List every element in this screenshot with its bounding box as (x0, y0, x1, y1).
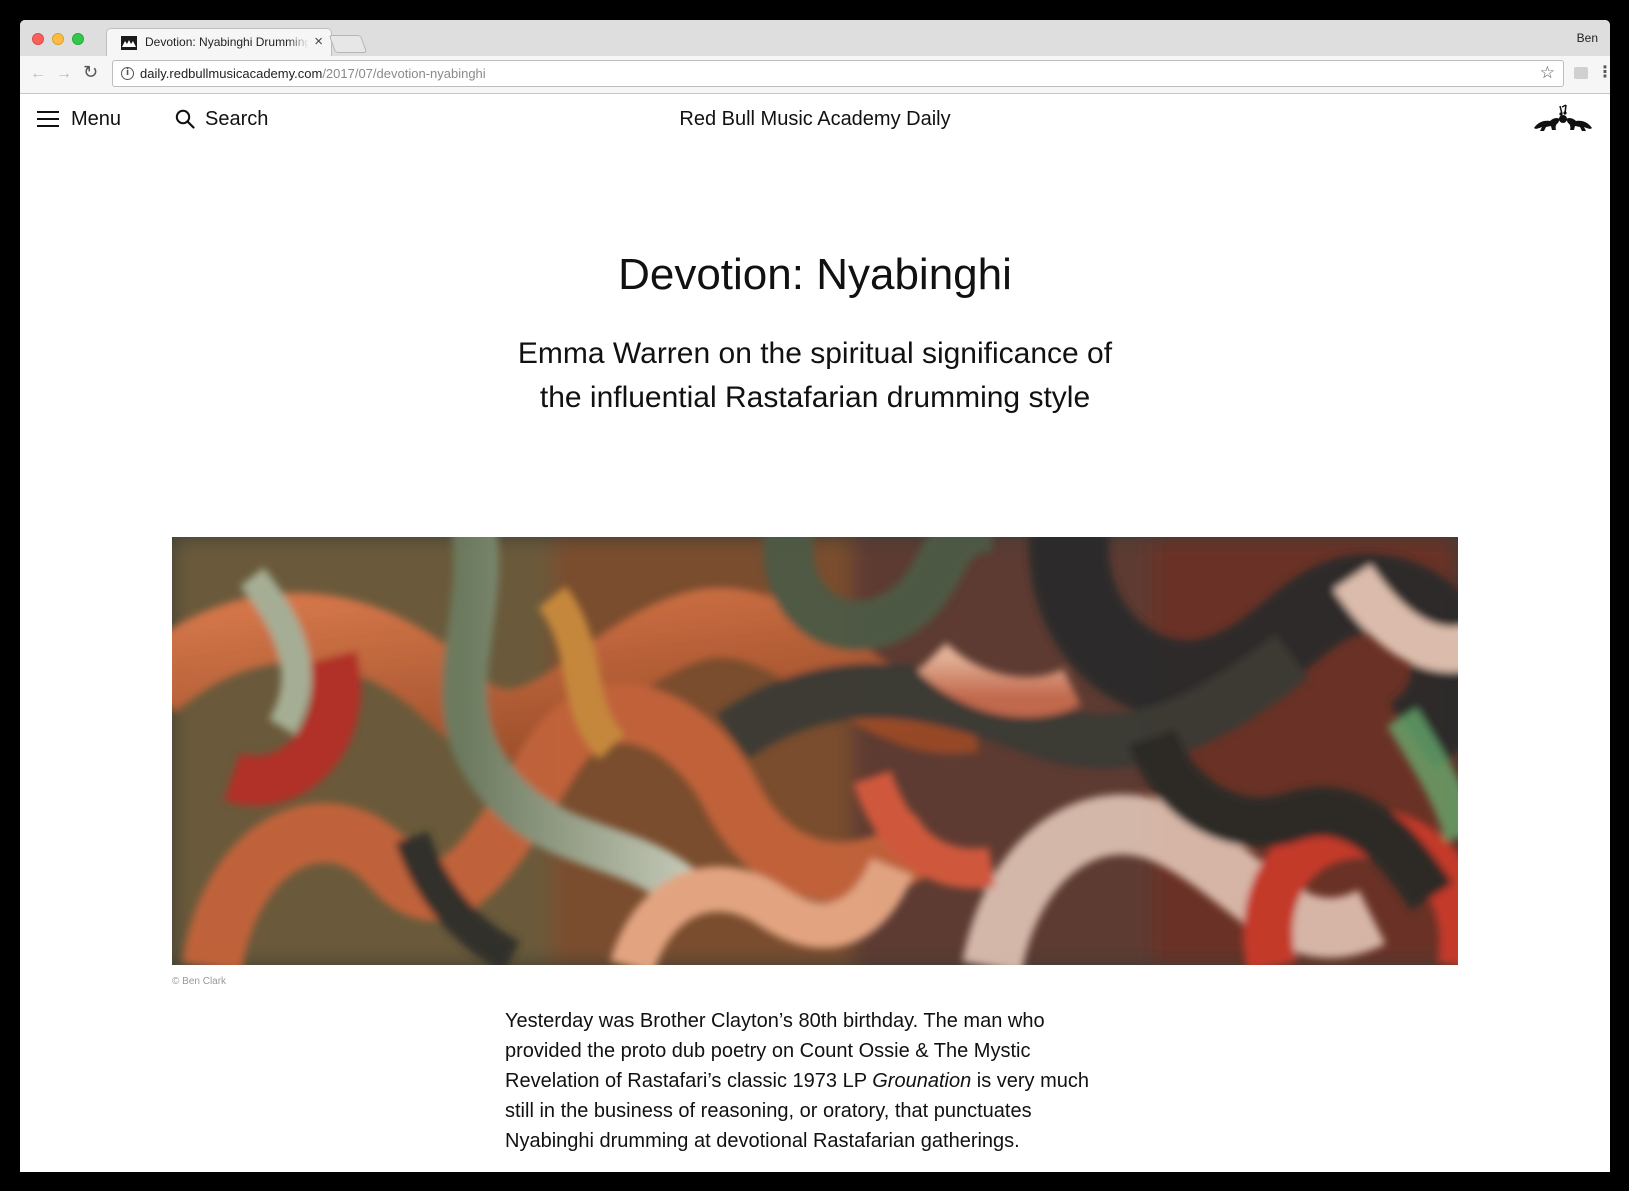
forward-icon[interactable]: → (56, 65, 72, 83)
red-bull-logo-icon[interactable] (1532, 104, 1594, 134)
album-title: Grounation (872, 1070, 972, 1092)
new-tab-button[interactable] (328, 35, 368, 53)
hero-illustration (172, 537, 1458, 965)
menu-button[interactable]: Menu (37, 106, 121, 132)
favicon-icon (121, 36, 137, 50)
image-credit: © Ben Clark (172, 976, 227, 987)
search-button[interactable]: Search (175, 106, 268, 132)
search-label: Search (205, 107, 269, 130)
article-body-paragraph: Yesterday was Brother Clayton’s 80th bir… (505, 1006, 1105, 1156)
hamburger-icon (37, 111, 59, 127)
extension-icon[interactable] (1574, 67, 1588, 79)
back-icon[interactable]: ← (30, 65, 46, 83)
page-content: Menu Search Red Bull Music Academy Daily (20, 94, 1610, 1172)
minimize-window-button[interactable] (52, 33, 64, 45)
maximize-window-button[interactable] (72, 33, 84, 45)
search-icon (175, 109, 195, 129)
menu-kebab-icon[interactable]: ⋮ (1597, 64, 1610, 82)
article-title: Devotion: Nyabinghi (618, 250, 1012, 299)
browser-toolbar: ← → ↻ i daily.redbullmusicacademy.com/20… (20, 56, 1610, 94)
menu-label: Menu (71, 107, 122, 130)
tab-active[interactable]: Devotion: Nyabinghi Drumming × (106, 28, 332, 57)
site-title-link[interactable]: Red Bull Music Academy Daily (679, 108, 950, 130)
url-host: daily.redbullmusicacademy.com (140, 66, 323, 81)
tab-strip: Devotion: Nyabinghi Drumming × Ben (20, 20, 1610, 57)
url-text[interactable]: daily.redbullmusicacademy.com/2017/07/de… (140, 66, 486, 81)
browser-window: Devotion: Nyabinghi Drumming × Ben ← → ↻… (20, 20, 1610, 1172)
info-icon[interactable]: i (121, 67, 134, 80)
reload-icon[interactable]: ↻ (83, 63, 98, 81)
url-path: /2017/07/devotion-nyabinghi (322, 66, 486, 81)
profile-name[interactable]: Ben (1577, 31, 1598, 45)
address-bar[interactable]: i daily.redbullmusicacademy.com/2017/07/… (112, 60, 1564, 87)
star-icon[interactable]: ☆ (1540, 64, 1555, 82)
article-subtitle: Emma Warren on the spiritual significanc… (517, 337, 1113, 414)
tab-title: Devotion: Nyabinghi Drumming (145, 35, 309, 49)
site-header: Menu Search Red Bull Music Academy Daily (20, 94, 1610, 148)
tab-close-icon[interactable]: × (314, 33, 323, 51)
close-window-button[interactable] (32, 33, 44, 45)
